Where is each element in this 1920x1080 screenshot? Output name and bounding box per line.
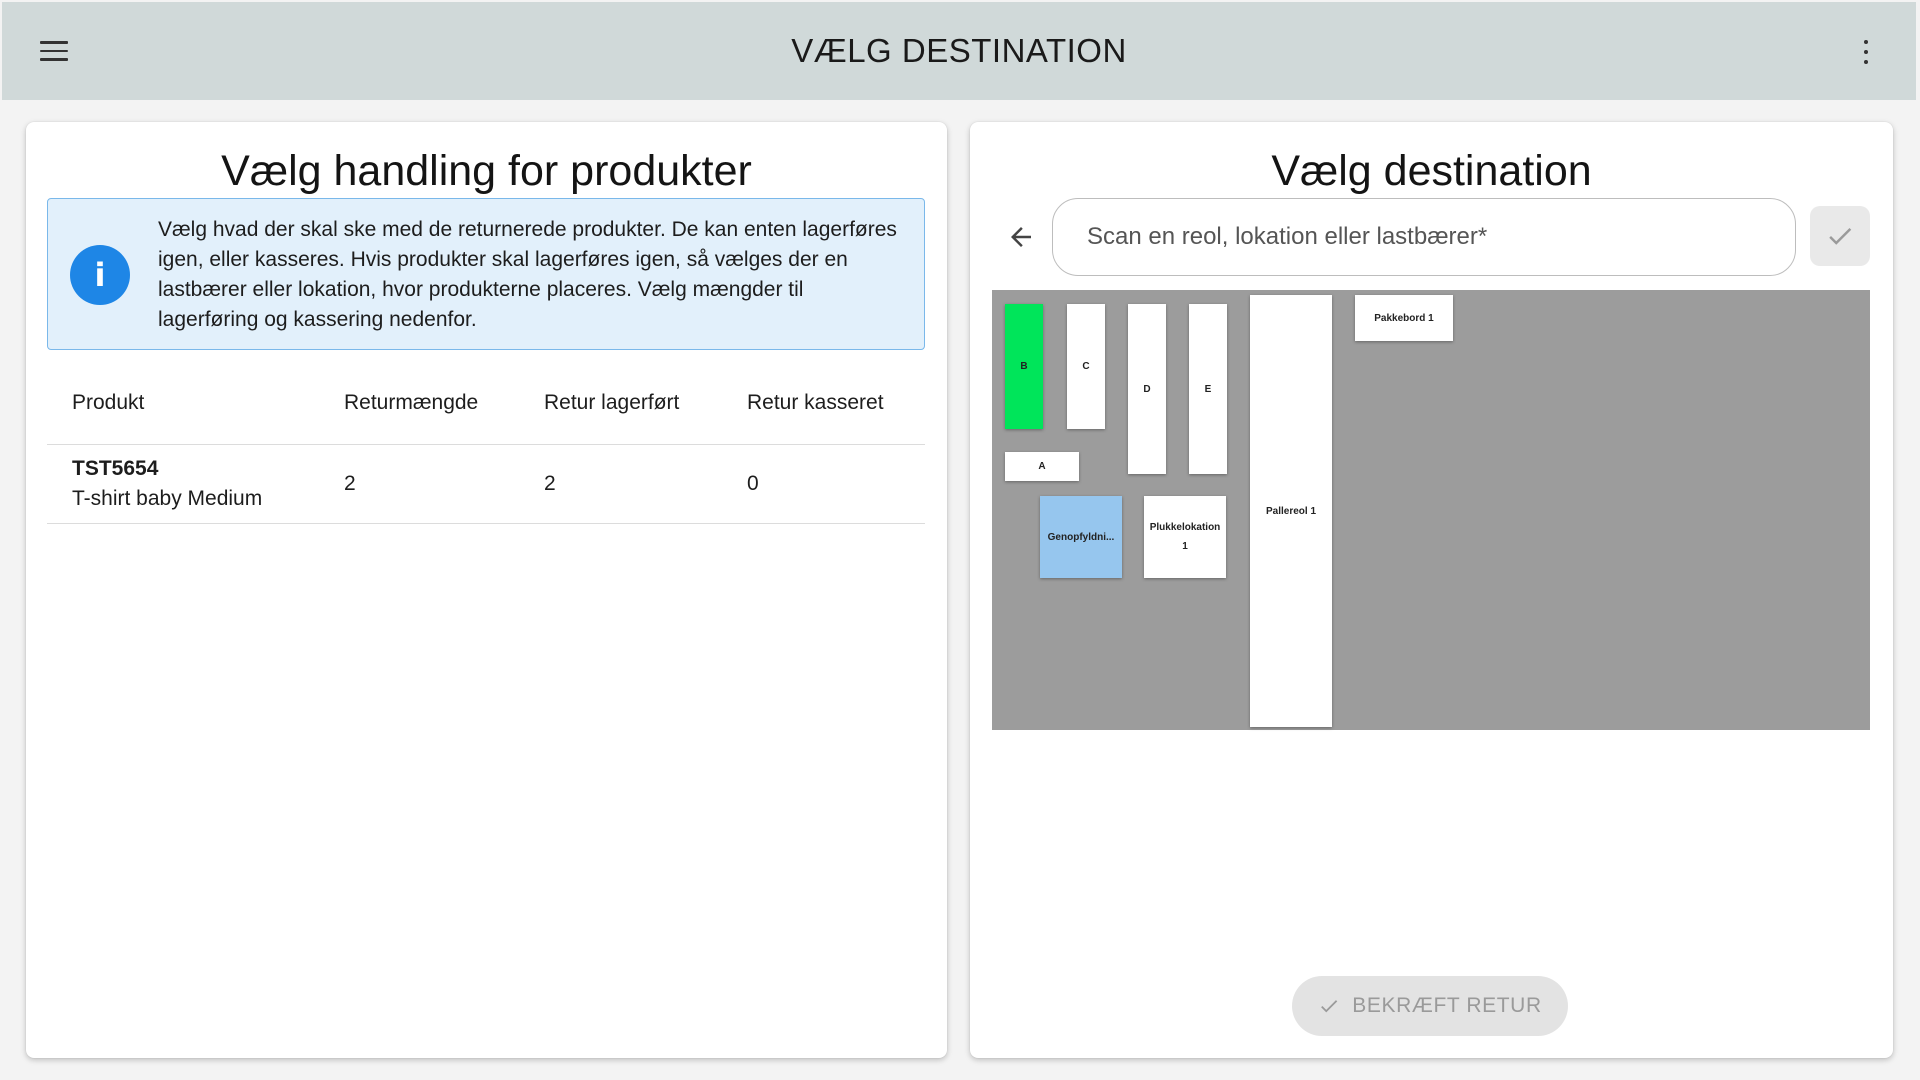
product-name: T-shirt baby Medium bbox=[72, 486, 263, 510]
arrow-back-icon[interactable] bbox=[1006, 222, 1036, 252]
returmaengde-cell: 2 bbox=[319, 444, 519, 524]
page-title: VÆLG DESTINATION bbox=[791, 32, 1127, 69]
destination-title: Vælg destination bbox=[1271, 147, 1592, 195]
location-pallereol-1[interactable]: Pallereol 1 bbox=[1250, 295, 1332, 727]
warehouse-map: B C D E A Genopfyldni... Plukkelokation … bbox=[992, 290, 1870, 730]
location-pakkebord-1[interactable]: Pakkebord 1 bbox=[1355, 295, 1453, 341]
confirm-return-label: BEKRÆFT RETUR bbox=[1352, 994, 1542, 1017]
info-alert: i Vælg hvad der skal ske med de returner… bbox=[47, 198, 925, 350]
hamburger-menu-icon[interactable] bbox=[40, 36, 78, 66]
product-table: Produkt Returmængde Retur lagerført Retu… bbox=[47, 362, 925, 524]
table-row[interactable]: TST5654 T-shirt baby Medium 2 2 0 bbox=[47, 444, 925, 524]
confirm-return-button[interactable]: BEKRÆFT RETUR bbox=[1292, 976, 1568, 1036]
info-icon: i bbox=[70, 245, 130, 305]
column-header-retur-lagerfoert: Retur lagerført bbox=[519, 362, 722, 445]
retur-kasseret-cell[interactable]: 0 bbox=[722, 444, 925, 524]
location-a[interactable]: A bbox=[1005, 452, 1079, 481]
product-action-title: Vælg handling for produkter bbox=[221, 147, 752, 195]
check-icon bbox=[1829, 228, 1852, 245]
product-sku: TST5654 bbox=[72, 456, 159, 480]
destination-card: Vælg destination B C D E A Genopfyldni..… bbox=[970, 122, 1893, 1058]
location-plukkelokation-1[interactable]: Plukkelokation 1 bbox=[1144, 496, 1226, 578]
product-action-card: Vælg handling for produkter i Vælg hvad … bbox=[26, 122, 947, 1058]
column-header-returmaengde: Returmængde bbox=[319, 362, 519, 445]
check-icon bbox=[1321, 1000, 1338, 1013]
app-bar: VÆLG DESTINATION bbox=[2, 2, 1916, 100]
table-header-row: Produkt Returmængde Retur lagerført Retu… bbox=[47, 362, 925, 445]
location-c[interactable]: C bbox=[1067, 304, 1105, 429]
retur-lagerfoert-cell[interactable]: 2 bbox=[519, 444, 722, 524]
product-cell: TST5654 T-shirt baby Medium bbox=[47, 444, 319, 524]
column-header-produkt: Produkt bbox=[47, 362, 319, 445]
info-text: Vælg hvad der skal ske med de returnered… bbox=[158, 218, 897, 331]
location-genopfyldning[interactable]: Genopfyldni... bbox=[1040, 496, 1122, 578]
column-header-retur-kasseret: Retur kasseret bbox=[722, 362, 925, 445]
more-vert-icon[interactable] bbox=[1854, 34, 1878, 70]
location-b[interactable]: B bbox=[1005, 304, 1043, 429]
location-d[interactable]: D bbox=[1128, 304, 1166, 474]
scan-input[interactable] bbox=[1052, 198, 1796, 276]
scan-confirm-button[interactable] bbox=[1810, 206, 1870, 266]
location-e[interactable]: E bbox=[1189, 304, 1227, 474]
